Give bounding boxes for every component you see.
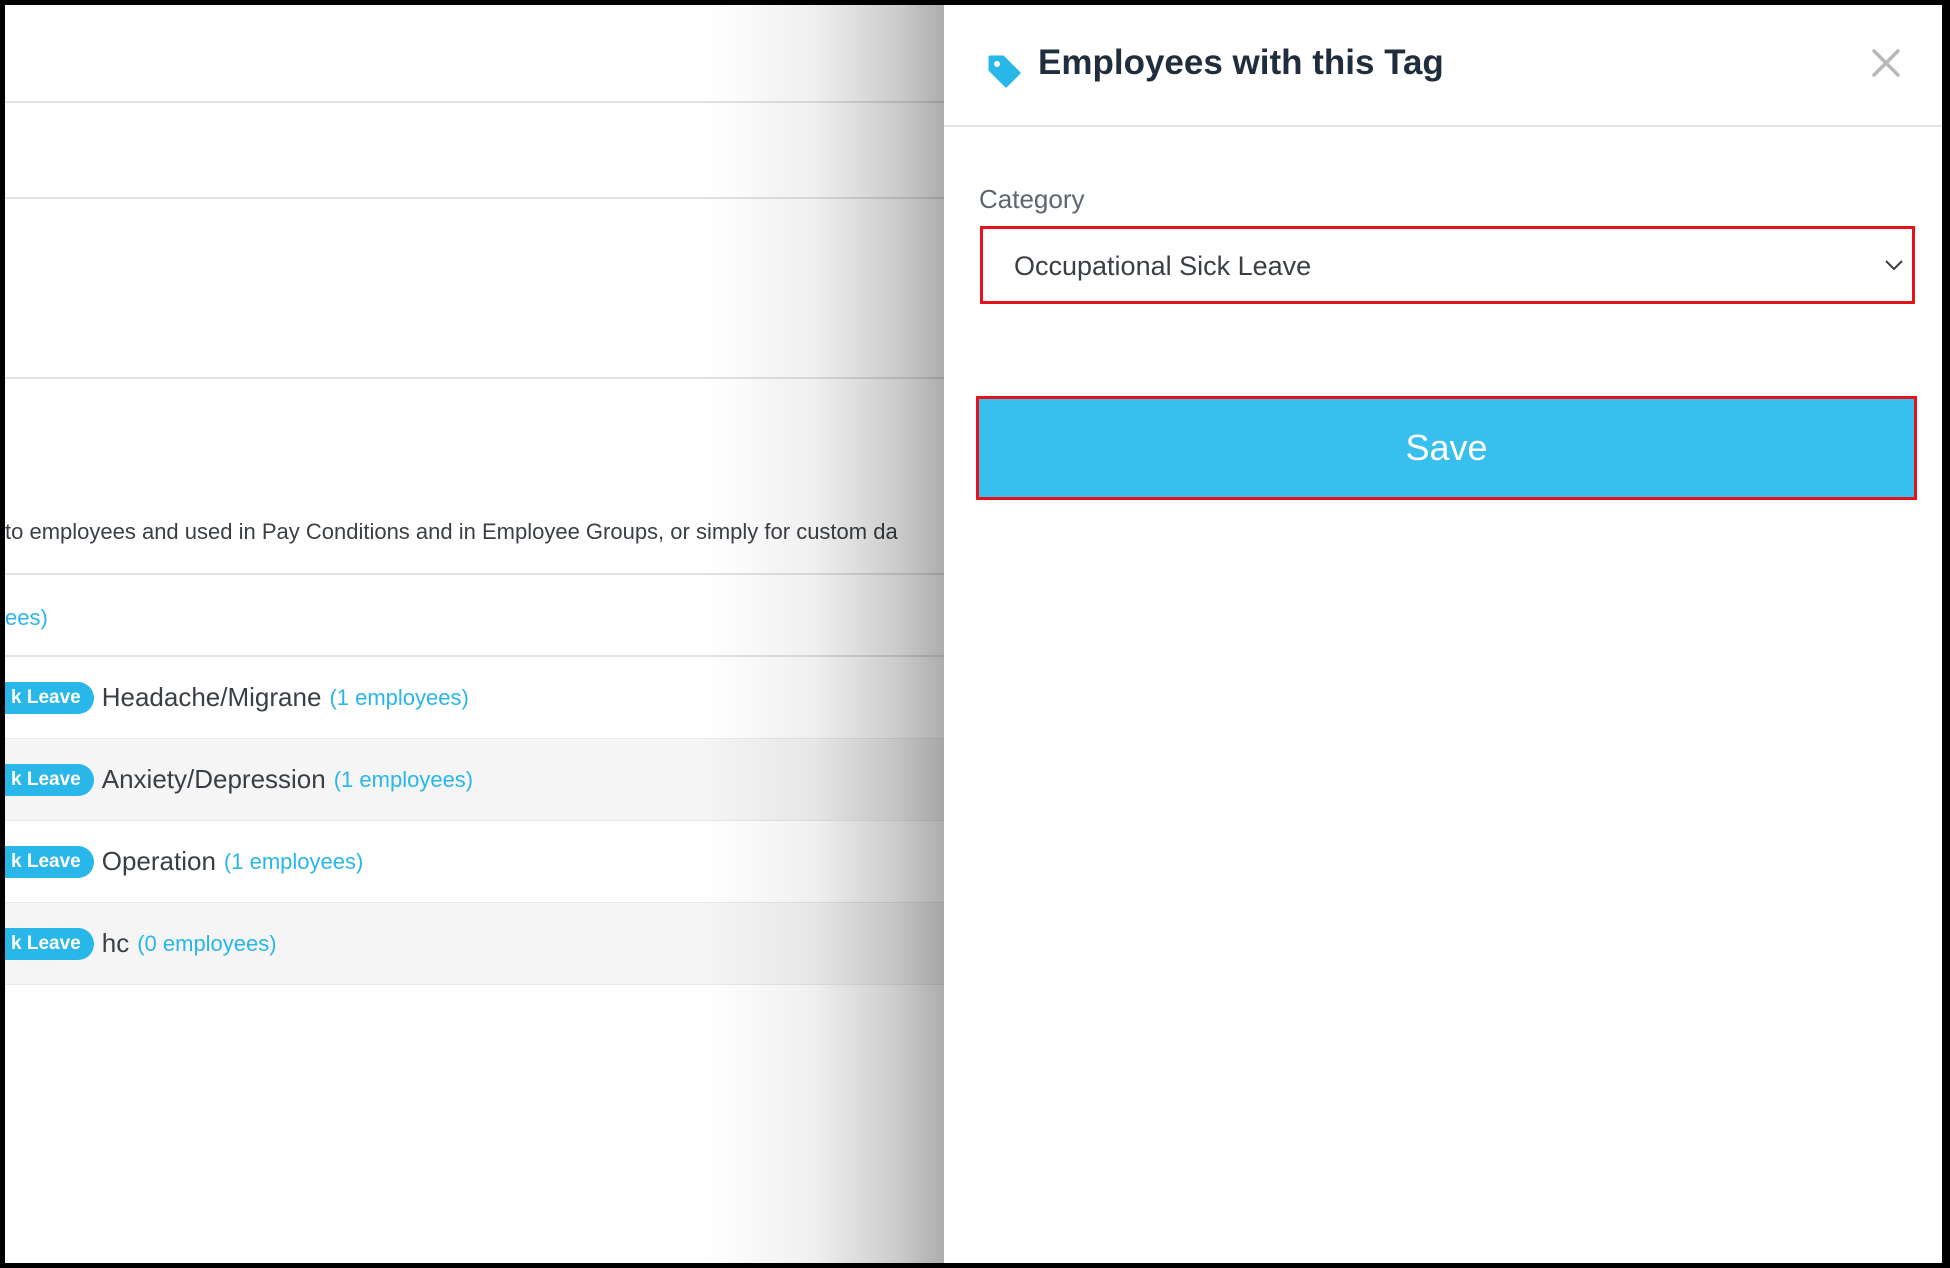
tag-category-badge: k Leave xyxy=(5,927,94,960)
tag-name: hc xyxy=(101,928,130,958)
tag-row: k Leave Anxiety/Depression (1 employees) xyxy=(5,739,944,821)
divider xyxy=(5,377,944,379)
close-icon[interactable] xyxy=(1866,43,1906,83)
tag-category-badge: k Leave xyxy=(5,845,94,878)
tag-employee-count-link[interactable]: (1 employees) xyxy=(329,685,468,711)
divider xyxy=(5,573,944,575)
tag-name: Anxiety/Depression xyxy=(101,764,326,794)
tag-row: k Leave Operation (1 employees) xyxy=(5,821,944,903)
category-label: Category xyxy=(979,184,1085,214)
tag-category-badge: k Leave xyxy=(5,763,94,796)
save-button[interactable]: Save xyxy=(979,399,1914,497)
employees-tag-panel: Employees with this Tag Category Occupat… xyxy=(944,5,1942,1263)
tag-icon xyxy=(988,55,1021,88)
employees-count-link[interactable]: ees) xyxy=(5,605,48,631)
panel-title: Employees with this Tag xyxy=(1038,43,1444,82)
chevron-down-icon xyxy=(1885,260,1903,271)
panel-shadow xyxy=(705,5,944,1263)
divider xyxy=(5,101,944,103)
screen: to employees and used in Pay Conditions … xyxy=(5,5,1942,1263)
tag-row: k Leave Headache/Migrane (1 employees) xyxy=(5,657,944,739)
category-selected-value: Occupational Sick Leave xyxy=(1014,251,1312,281)
category-select[interactable]: Occupational Sick Leave xyxy=(980,226,1915,304)
tag-category-badge: k Leave xyxy=(5,681,94,714)
tag-name: Headache/Migrane xyxy=(101,682,322,712)
panel-header: Employees with this Tag xyxy=(944,5,1942,127)
save-button-highlight: Save xyxy=(976,396,1917,500)
tag-employee-count-link[interactable]: (0 employees) xyxy=(137,931,276,957)
background-page: to employees and used in Pay Conditions … xyxy=(5,5,944,1263)
tag-row: k Leave hc (0 employees) xyxy=(5,903,944,985)
tag-employee-count-link[interactable]: (1 employees) xyxy=(224,849,363,875)
divider xyxy=(5,197,944,199)
tags-description: to employees and used in Pay Conditions … xyxy=(5,519,898,544)
tag-employee-count-link[interactable]: (1 employees) xyxy=(334,767,473,793)
tag-name: Operation xyxy=(101,846,216,876)
